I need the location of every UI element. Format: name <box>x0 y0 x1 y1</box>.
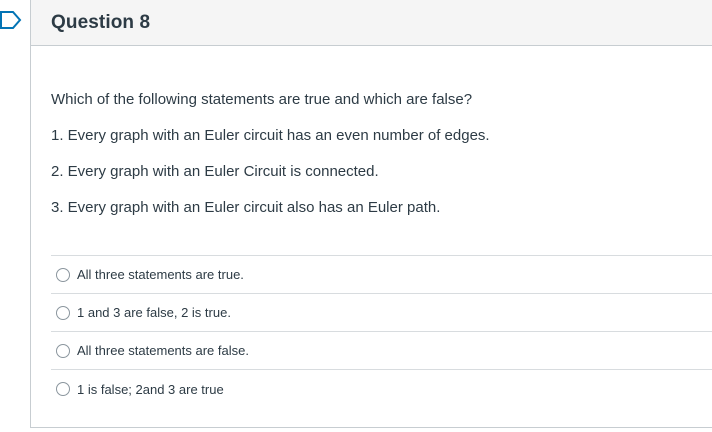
answer-label: 1 is false; 2and 3 are true <box>77 381 224 397</box>
question-body: Which of the following statements are tr… <box>31 46 712 217</box>
answer-list: All three statements are true. 1 and 3 a… <box>51 255 712 408</box>
answer-label: 1 and 3 are false, 2 is true. <box>77 305 231 320</box>
bookmark-flag-icon <box>0 11 22 29</box>
answer-option[interactable]: 1 and 3 are false, 2 is true. <box>51 294 712 332</box>
question-card: Question 8 Which of the following statem… <box>30 0 712 428</box>
flag-question-button[interactable] <box>0 0 30 432</box>
answer-option[interactable]: All three statements are false. <box>51 332 712 370</box>
radio-button[interactable] <box>56 305 70 320</box>
statement-2: 2. Every graph with an Euler Circuit is … <box>51 163 379 180</box>
question-header: Question 8 <box>31 0 712 46</box>
statement-1: 1. Every graph with an Euler circuit has… <box>51 127 490 144</box>
radio-button[interactable] <box>56 343 70 358</box>
question-prompt: Which of the following statements are tr… <box>51 91 473 108</box>
answer-option[interactable]: 1 is false; 2and 3 are true <box>51 370 712 408</box>
statement-3: 3. Every graph with an Euler circuit als… <box>51 199 441 216</box>
answer-label: All three statements are false. <box>77 343 249 358</box>
answer-label: All three statements are true. <box>77 267 244 282</box>
radio-button[interactable] <box>56 267 70 282</box>
answer-option[interactable]: All three statements are true. <box>51 256 712 294</box>
question-title: Question 8 <box>51 11 151 33</box>
question-stem: Which of the following statements are tr… <box>51 46 692 217</box>
radio-button[interactable] <box>56 382 70 396</box>
